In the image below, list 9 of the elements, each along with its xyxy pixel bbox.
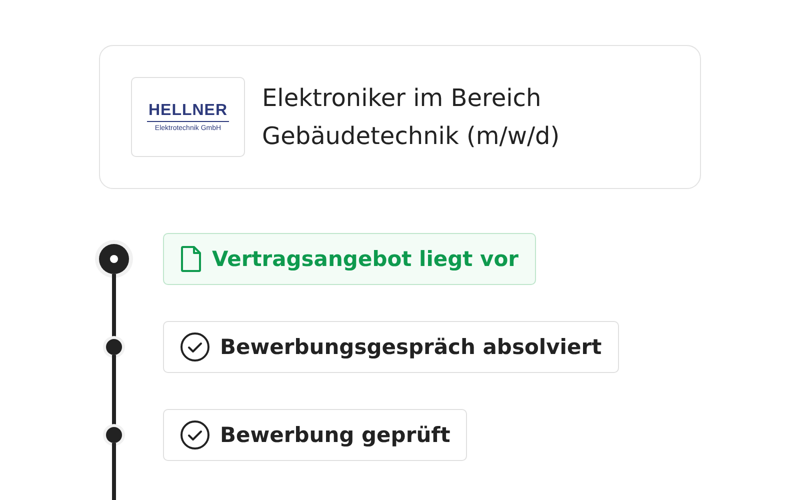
check-circle-icon bbox=[180, 332, 210, 362]
job-title: Elektroniker im Bereich bbox=[262, 83, 542, 114]
step-label: Vertragsangebot liegt vor bbox=[212, 247, 518, 271]
job-title: Gebäudetechnik (m/w/d) bbox=[262, 121, 560, 152]
step-label: Bewerbungsgespräch absolviert bbox=[220, 335, 602, 359]
check-circle-icon bbox=[180, 420, 210, 450]
document-icon bbox=[180, 246, 202, 272]
step-label: Bewerbung geprüft bbox=[220, 423, 450, 447]
logo-name: HELLNER bbox=[147, 102, 229, 122]
